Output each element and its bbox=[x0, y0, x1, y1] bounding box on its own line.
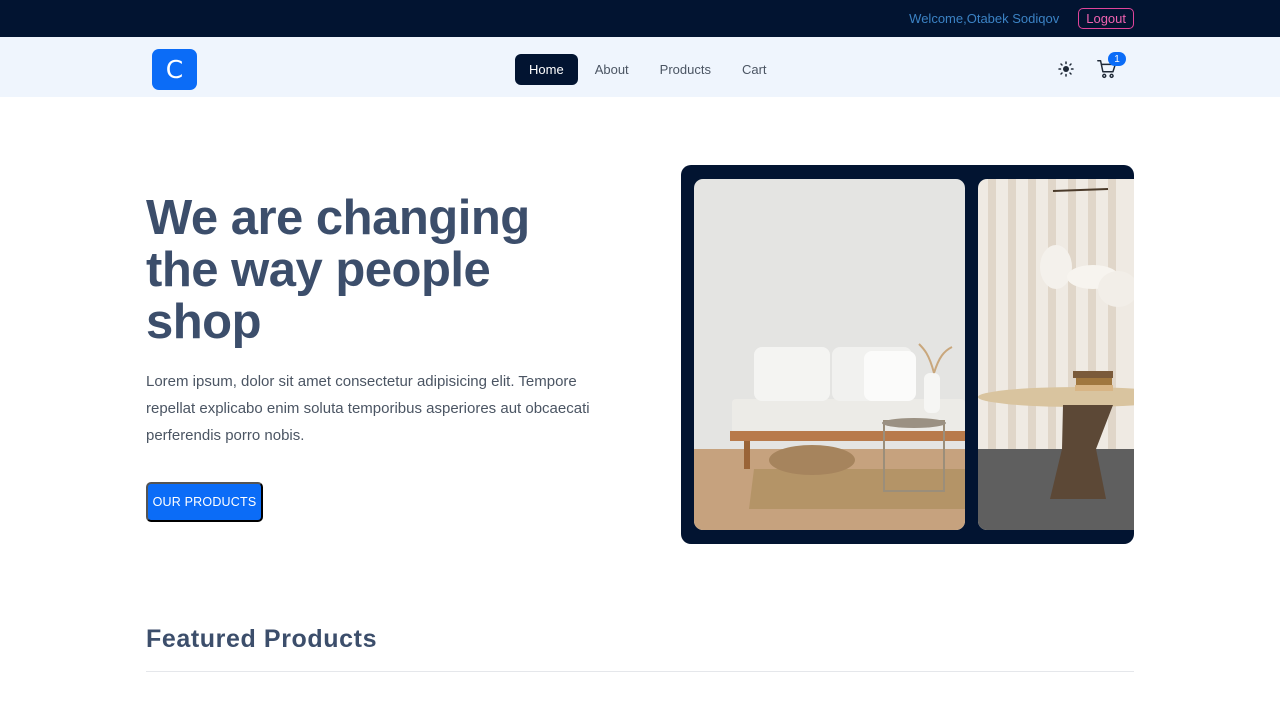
welcome-text: Welcome,Otabek Sodiqov bbox=[909, 11, 1060, 26]
logout-button[interactable]: Logout bbox=[1078, 8, 1134, 29]
navbar: C Home About Products Cart bbox=[0, 37, 1280, 97]
nav-link-home[interactable]: Home bbox=[515, 54, 578, 85]
carousel-image-table bbox=[978, 179, 1134, 530]
nav-link-products[interactable]: Products bbox=[646, 54, 725, 85]
carousel-image-sofa bbox=[694, 179, 965, 530]
nav-link-about[interactable]: About bbox=[581, 54, 643, 85]
hero-carousel[interactable] bbox=[681, 165, 1134, 544]
cart-count-badge: 1 bbox=[1108, 52, 1126, 66]
nav-links: Home About Products Cart bbox=[515, 54, 784, 85]
hero-description: Lorem ipsum, dolor sit amet consectetur … bbox=[146, 373, 590, 444]
hero-title: We are changing the way people shop bbox=[146, 191, 530, 349]
our-products-button[interactable]: OUR PRODUCTS bbox=[146, 482, 263, 522]
sun-icon[interactable] bbox=[1058, 61, 1074, 82]
featured-products-title: Featured Products bbox=[146, 625, 378, 653]
top-bar: Welcome,Otabek Sodiqov Logout bbox=[0, 0, 1280, 37]
section-divider bbox=[146, 671, 1134, 672]
logo[interactable]: C bbox=[152, 49, 197, 90]
nav-link-cart[interactable]: Cart bbox=[728, 54, 781, 85]
